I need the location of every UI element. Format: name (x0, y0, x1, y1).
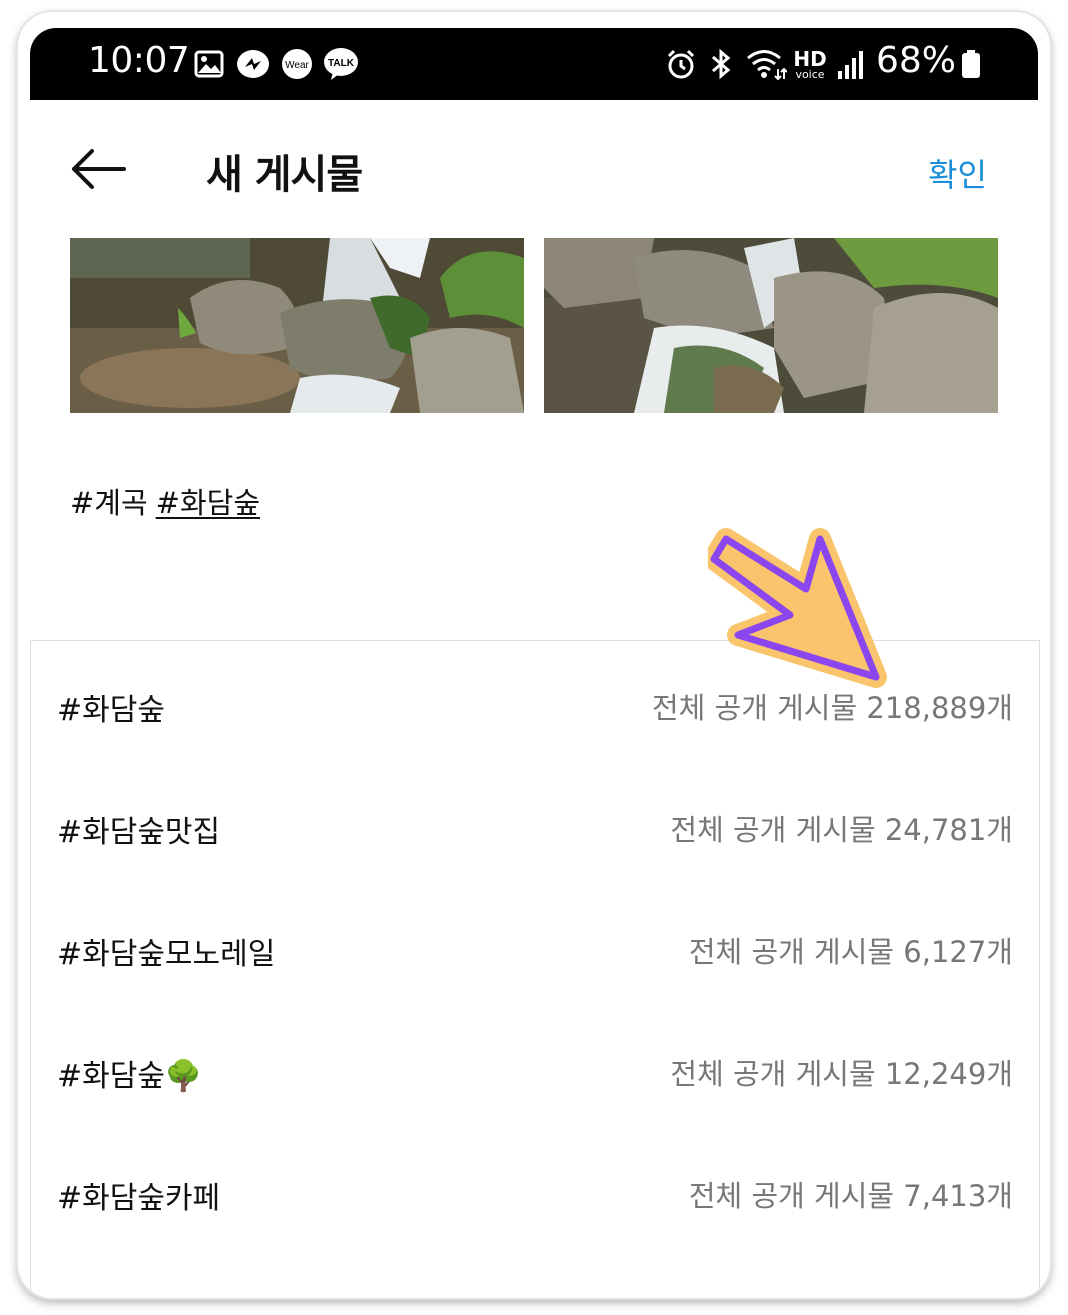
battery-icon (960, 28, 982, 100)
hashtag-name: #화담숲카페 (57, 1181, 221, 1216)
hashtag-post-count: 전체 공개 게시물 12,249개 (670, 1057, 1013, 1091)
status-time: 10:07 (88, 40, 190, 81)
hashtag-name: #화담숲모노레일 (57, 937, 276, 972)
status-bar: 10:07 Wear TALK HD voice 68% (30, 28, 1038, 100)
hashtag-name: #화담숲맛집 (57, 815, 221, 850)
svg-text:TALK: TALK (328, 58, 355, 69)
signal-icon (834, 28, 866, 100)
bluetooth-icon (706, 28, 736, 100)
app-header: 새 게시물 확인 (18, 100, 1050, 240)
hd-voice-icon: HD voice (793, 46, 827, 81)
hashtag-suggestion-row[interactable]: #화담숲🌳 전체 공개 게시물 12,249개 (31, 1007, 1039, 1129)
hashtag-suggestion-row[interactable]: #화담숲카페 전체 공개 게시물 7,413개 (31, 1129, 1039, 1251)
alarm-icon (664, 28, 698, 100)
hashtag-post-count: 전체 공개 게시물 24,781개 (670, 813, 1013, 847)
hashtag-post-count: 전체 공개 게시물 7,413개 (688, 1179, 1013, 1213)
battery-percent: 68% (876, 40, 957, 81)
caption-hashtag-1: #계곡 (70, 486, 148, 520)
hashtag-name: #화담숲 (57, 693, 165, 728)
photo-thumbnail-1[interactable] (70, 238, 524, 413)
hashtag-suggestion-row[interactable]: #화담숲맛집 전체 공개 게시물 24,781개 (31, 763, 1039, 885)
hashtag-post-count: 전체 공개 게시물 218,889개 (651, 691, 1013, 725)
wifi-icon (744, 28, 788, 100)
hashtag-suggestion-row[interactable]: #화담숲모노레일 전체 공개 게시물 6,127개 (31, 885, 1039, 1007)
svg-text:Wear: Wear (285, 60, 309, 71)
back-button[interactable] (68, 144, 128, 194)
wear-icon: Wear (280, 28, 314, 100)
caption-hashtag-2: #화담숲 (155, 486, 261, 520)
caption-text[interactable]: #계곡 #화담숲 (70, 480, 260, 522)
back-arrow-icon (72, 149, 126, 189)
hashtag-suggestion-row[interactable]: #화담숲 전체 공개 게시물 218,889개 (31, 641, 1039, 763)
messenger-icon (233, 28, 273, 100)
page-title: 새 게시물 (206, 152, 363, 198)
confirm-button[interactable]: 확인 (928, 150, 987, 196)
kakaotalk-icon: TALK (322, 28, 360, 100)
hashtag-post-count: 전체 공개 게시물 6,127개 (688, 935, 1013, 969)
hashtag-suggestion-list: #화담숲 전체 공개 게시물 218,889개 #화담숲맛집 전체 공개 게시물… (30, 640, 1040, 1298)
hashtag-name: #화담숲🌳 (57, 1059, 203, 1094)
phone-screen: 10:07 Wear TALK HD voice 68% 새 게시물 확인 #계… (18, 12, 1050, 1298)
gallery-icon (192, 28, 226, 100)
photo-thumbnail-2[interactable] (544, 238, 998, 413)
